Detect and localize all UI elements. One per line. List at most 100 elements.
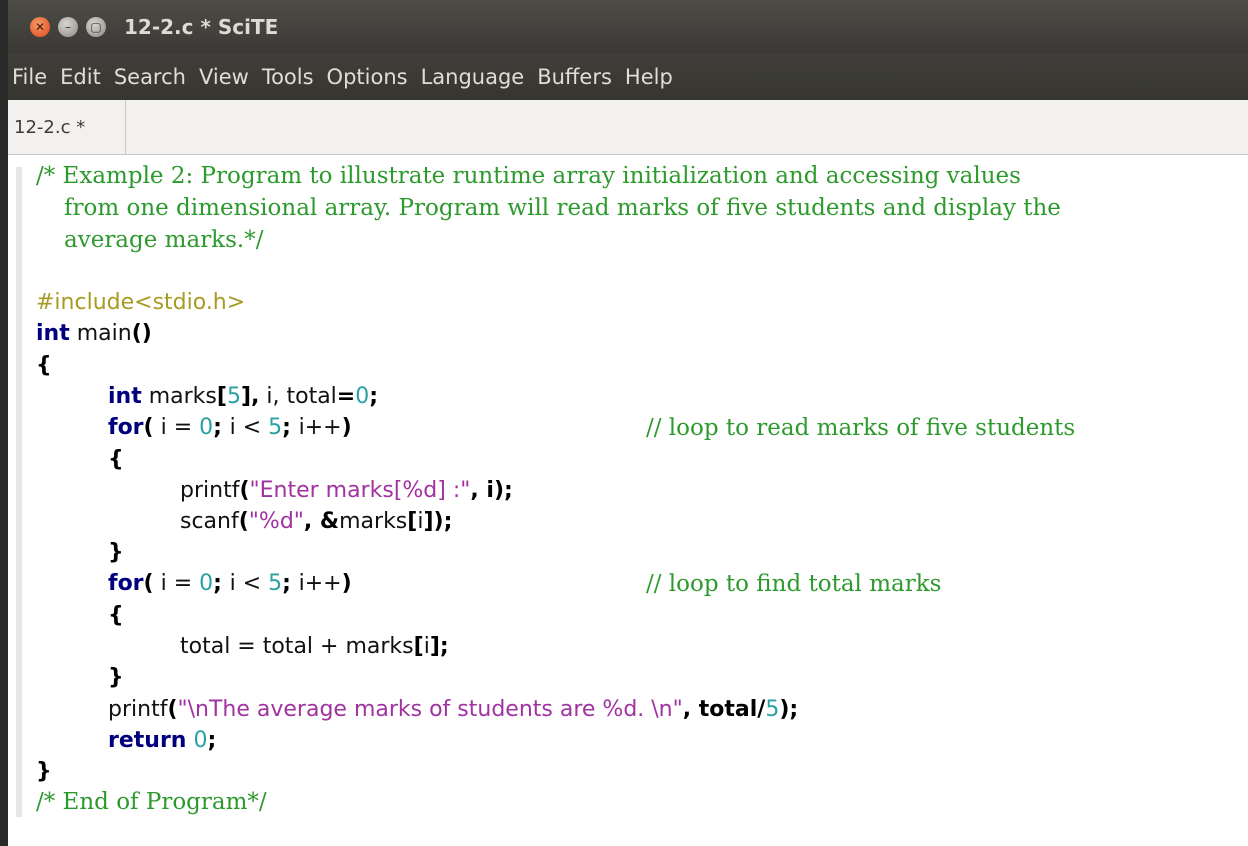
token-operator: ( (167, 697, 178, 722)
token-number: 0 (355, 384, 370, 409)
token-string: "Enter marks[%d] :" (249, 478, 471, 503)
token-operator: ( (143, 415, 154, 440)
token-operator: ; (213, 415, 230, 440)
token-keyword: for (108, 571, 144, 596)
token-operator: = (336, 384, 356, 409)
token-operator: ; (369, 384, 379, 409)
brace-close-for2: } (108, 665, 124, 690)
token-operator: ( (238, 509, 249, 534)
menu-help[interactable]: Help (625, 65, 673, 89)
code-line-total-assign: total = total + marks[i]; (180, 634, 449, 659)
token-operator: ); (779, 697, 799, 722)
include-directive: #include<stdio.h> (36, 290, 246, 315)
menu-edit[interactable]: Edit (60, 65, 101, 89)
token-operator: ; (207, 728, 217, 753)
token-identifier: i, (259, 384, 280, 409)
token-identifier: total = total + marks (180, 634, 414, 659)
token-identifier: marks (339, 509, 408, 534)
token-identifier: i < (229, 415, 269, 440)
token-operator: ) (341, 415, 352, 440)
token-keyword: int (108, 384, 142, 409)
token-keyword: int (36, 321, 70, 346)
code-line-declare: int marks[5], i, total=0; (108, 384, 378, 409)
token-number: 0 (199, 415, 214, 440)
token-operator: ]; (429, 634, 449, 659)
token-number: 5 (765, 697, 780, 722)
token-identifier: i < (229, 571, 269, 596)
token-identifier: i++ (298, 415, 342, 440)
tab-12-2-c[interactable]: 12-2.c * (8, 100, 126, 154)
code-line-main: int main() (36, 321, 152, 346)
code-line-for-total: for( i = 0; i < 5; i++) (108, 571, 352, 596)
menu-view[interactable]: View (199, 65, 249, 89)
tab-label: 12-2.c * (14, 116, 86, 138)
token-identifier: printf (108, 697, 168, 722)
title-bar: ✕ – ▢ 12-2.c * SciTE (8, 0, 1248, 54)
token-identifier: i = (153, 571, 200, 596)
token-operator: ; (282, 571, 299, 596)
scite-window: ✕ – ▢ 12-2.c * SciTE File Edit Search Vi… (0, 0, 1248, 846)
token-identifier: main (69, 321, 132, 346)
token-operator: [ (407, 509, 418, 534)
comment-line-2: from one dimensional array. Program will… (64, 195, 1061, 221)
token-identifier: marks (141, 384, 217, 409)
code-line-printf-enter: printf("Enter marks[%d] :", i); (180, 478, 513, 503)
menu-search[interactable]: Search (114, 65, 186, 89)
tab-bar: 12-2.c * (8, 100, 1248, 155)
minimize-window-icon[interactable]: – (58, 17, 78, 37)
code-line-printf-avg: printf("\nThe average marks of students … (108, 697, 798, 722)
brace-close-for1: } (108, 540, 124, 565)
token-operator: , & (303, 509, 340, 534)
menu-buffers[interactable]: Buffers (537, 65, 612, 89)
token-number: 5 (226, 384, 241, 409)
token-operator: ) (341, 571, 352, 596)
token-operator: ( (239, 478, 250, 503)
token-identifier: printf (180, 478, 240, 503)
menu-bar: File Edit Search View Tools Options Lang… (8, 54, 1248, 100)
token-number: 5 (268, 415, 283, 440)
token-operator: , i (470, 478, 494, 503)
code-line-return: return 0; (108, 728, 216, 753)
code-line-for-read: for( i = 0; i < 5; i++) (108, 415, 352, 440)
menu-tools[interactable]: Tools (262, 65, 314, 89)
token-operator: ; (213, 571, 230, 596)
brace-close-main: } (36, 759, 52, 784)
comment-loop-total: // loop to find total marks (646, 571, 942, 597)
maximize-window-icon[interactable]: ▢ (86, 17, 106, 37)
token-operator: () (131, 321, 152, 346)
fold-margin (16, 167, 22, 817)
menu-options[interactable]: Options (327, 65, 408, 89)
token-operator: ( (143, 571, 154, 596)
token-operator: ], (240, 384, 260, 409)
comment-loop-read: // loop to read marks of five students (646, 415, 1076, 441)
token-number: 5 (268, 571, 283, 596)
token-operator: [ (413, 634, 424, 659)
menu-file[interactable]: File (12, 65, 47, 89)
brace-open-for1: { (108, 447, 124, 472)
token-number: 0 (186, 728, 208, 753)
token-identifier: i = (153, 415, 200, 440)
brace-open-main: { (36, 353, 52, 378)
brace-open-for2: { (108, 603, 124, 628)
code-line-scanf: scanf("%d", &marks[i]); (180, 509, 452, 534)
token-number: 0 (199, 571, 214, 596)
menu-language[interactable]: Language (421, 65, 525, 89)
token-operator: ]); (423, 509, 453, 534)
comment-line-1: /* Example 2: Program to illustrate runt… (36, 163, 1021, 189)
token-operator: ; (282, 415, 299, 440)
comment-line-3: average marks.*/ (64, 227, 264, 253)
token-operator: [ (216, 384, 227, 409)
token-keyword: for (108, 415, 144, 440)
token-operator: , total/ (682, 697, 766, 722)
token-identifier: i++ (298, 571, 342, 596)
window-title: 12-2.c * SciTE (124, 15, 279, 39)
token-keyword: return (108, 728, 187, 753)
close-window-icon[interactable]: ✕ (30, 17, 50, 37)
code-editor[interactable]: /* Example 2: Program to illustrate runt… (8, 155, 1248, 846)
comment-end: /* End of Program*/ (36, 789, 267, 815)
token-string: "%d" (248, 509, 304, 534)
token-identifier: scanf (180, 509, 239, 534)
token-identifier: total (279, 384, 337, 409)
token-string: "\nThe average marks of students are %d.… (177, 697, 683, 722)
token-operator: ); (493, 478, 513, 503)
